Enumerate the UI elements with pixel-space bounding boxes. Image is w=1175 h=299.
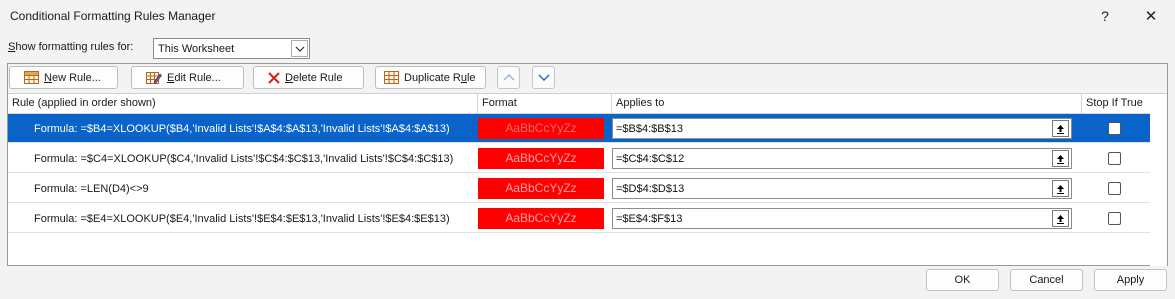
chevron-up-icon [502,72,515,84]
rules-table: Rule (applied in order shown) Format App… [8,93,1167,266]
range-collapse-icon[interactable] [1052,180,1069,197]
help-button[interactable]: ? [1083,2,1127,30]
applies-to-value: =$E$4:$F$13 [616,213,683,225]
format-preview: AaBbCcYyZz [478,208,604,229]
column-header-stop-if-true: Stop If True [1082,94,1150,114]
show-for-dropdown[interactable]: This Worksheet [153,38,310,59]
rule-formula: Formula: =LEN(D4)<>9 [34,183,149,195]
show-for-value: This Worksheet [158,43,235,55]
table-scroll-area [1150,114,1167,266]
table-icon [24,71,39,84]
rule-formula: Formula: =$C4=XLOOKUP($C4,'Invalid Lists… [34,153,454,165]
table-row[interactable]: Formula: =$E4=XLOOKUP($E4,'Invalid Lists… [8,204,1150,233]
applies-to-value: =$B$4:$B$13 [616,123,683,135]
table-row[interactable]: Formula: =LEN(D4)<>9 AaBbCcYyZz =$D$4:$D… [8,174,1150,203]
column-header-applies-to: Applies to [612,94,1082,114]
move-down-button[interactable] [532,66,555,89]
table-row[interactable]: Formula: =$C4=XLOOKUP($C4,'Invalid Lists… [8,144,1150,173]
cancel-button[interactable]: Cancel [1010,269,1083,291]
new-rule-button[interactable]: New Rule... [9,66,118,89]
format-preview: AaBbCcYyZz [478,118,604,139]
show-for-label: Show formatting rules for: [8,41,134,53]
applies-to-field[interactable]: =$B$4:$B$13 [612,118,1072,139]
rule-formula: Formula: =$B4=XLOOKUP($B4,'Invalid Lists… [34,123,450,135]
applies-to-field[interactable]: =$D$4:$D$13 [612,178,1072,199]
chevron-down-icon[interactable] [291,40,308,57]
move-up-button[interactable] [497,66,520,89]
duplicate-rule-button[interactable]: Duplicate Rule [375,66,486,89]
column-header-rule: Rule (applied in order shown) [8,94,478,114]
chevron-down-icon [537,72,550,84]
title-bar: Conditional Formatting Rules Manager ? ✕ [0,0,1175,32]
applies-to-field[interactable]: =$E$4:$F$13 [612,208,1072,229]
applies-to-field[interactable]: =$C$4:$C$12 [612,148,1072,169]
close-icon: ✕ [1144,8,1158,25]
ok-button[interactable]: OK [926,269,999,291]
format-preview: AaBbCcYyZz [478,148,604,169]
table-row[interactable]: Formula: =$B4=XLOOKUP($B4,'Invalid Lists… [8,114,1150,143]
duplicate-table-icon [384,71,399,84]
window-title: Conditional Formatting Rules Manager [10,9,216,23]
help-icon: ? [1101,8,1109,24]
applies-to-value: =$D$4:$D$13 [616,183,685,195]
delete-x-icon [268,71,280,84]
rule-formula: Formula: =$E4=XLOOKUP($E4,'Invalid Lists… [34,213,450,225]
applies-to-value: =$C$4:$C$12 [616,153,685,165]
close-button[interactable]: ✕ [1129,2,1173,30]
stop-if-true-checkbox[interactable] [1108,212,1121,225]
apply-button[interactable]: Apply [1094,269,1167,291]
range-collapse-icon[interactable] [1052,150,1069,167]
stop-if-true-checkbox[interactable] [1108,182,1121,195]
format-preview: AaBbCcYyZz [478,178,604,199]
edit-table-icon [146,71,162,85]
range-collapse-icon[interactable] [1052,120,1069,137]
edit-rule-button[interactable]: Edit Rule... [131,66,244,89]
range-collapse-icon[interactable] [1052,210,1069,227]
column-header-format: Format [478,94,612,114]
delete-rule-button[interactable]: Delete Rule [253,66,364,89]
stop-if-true-checkbox[interactable] [1108,122,1121,135]
stop-if-true-checkbox[interactable] [1108,152,1121,165]
